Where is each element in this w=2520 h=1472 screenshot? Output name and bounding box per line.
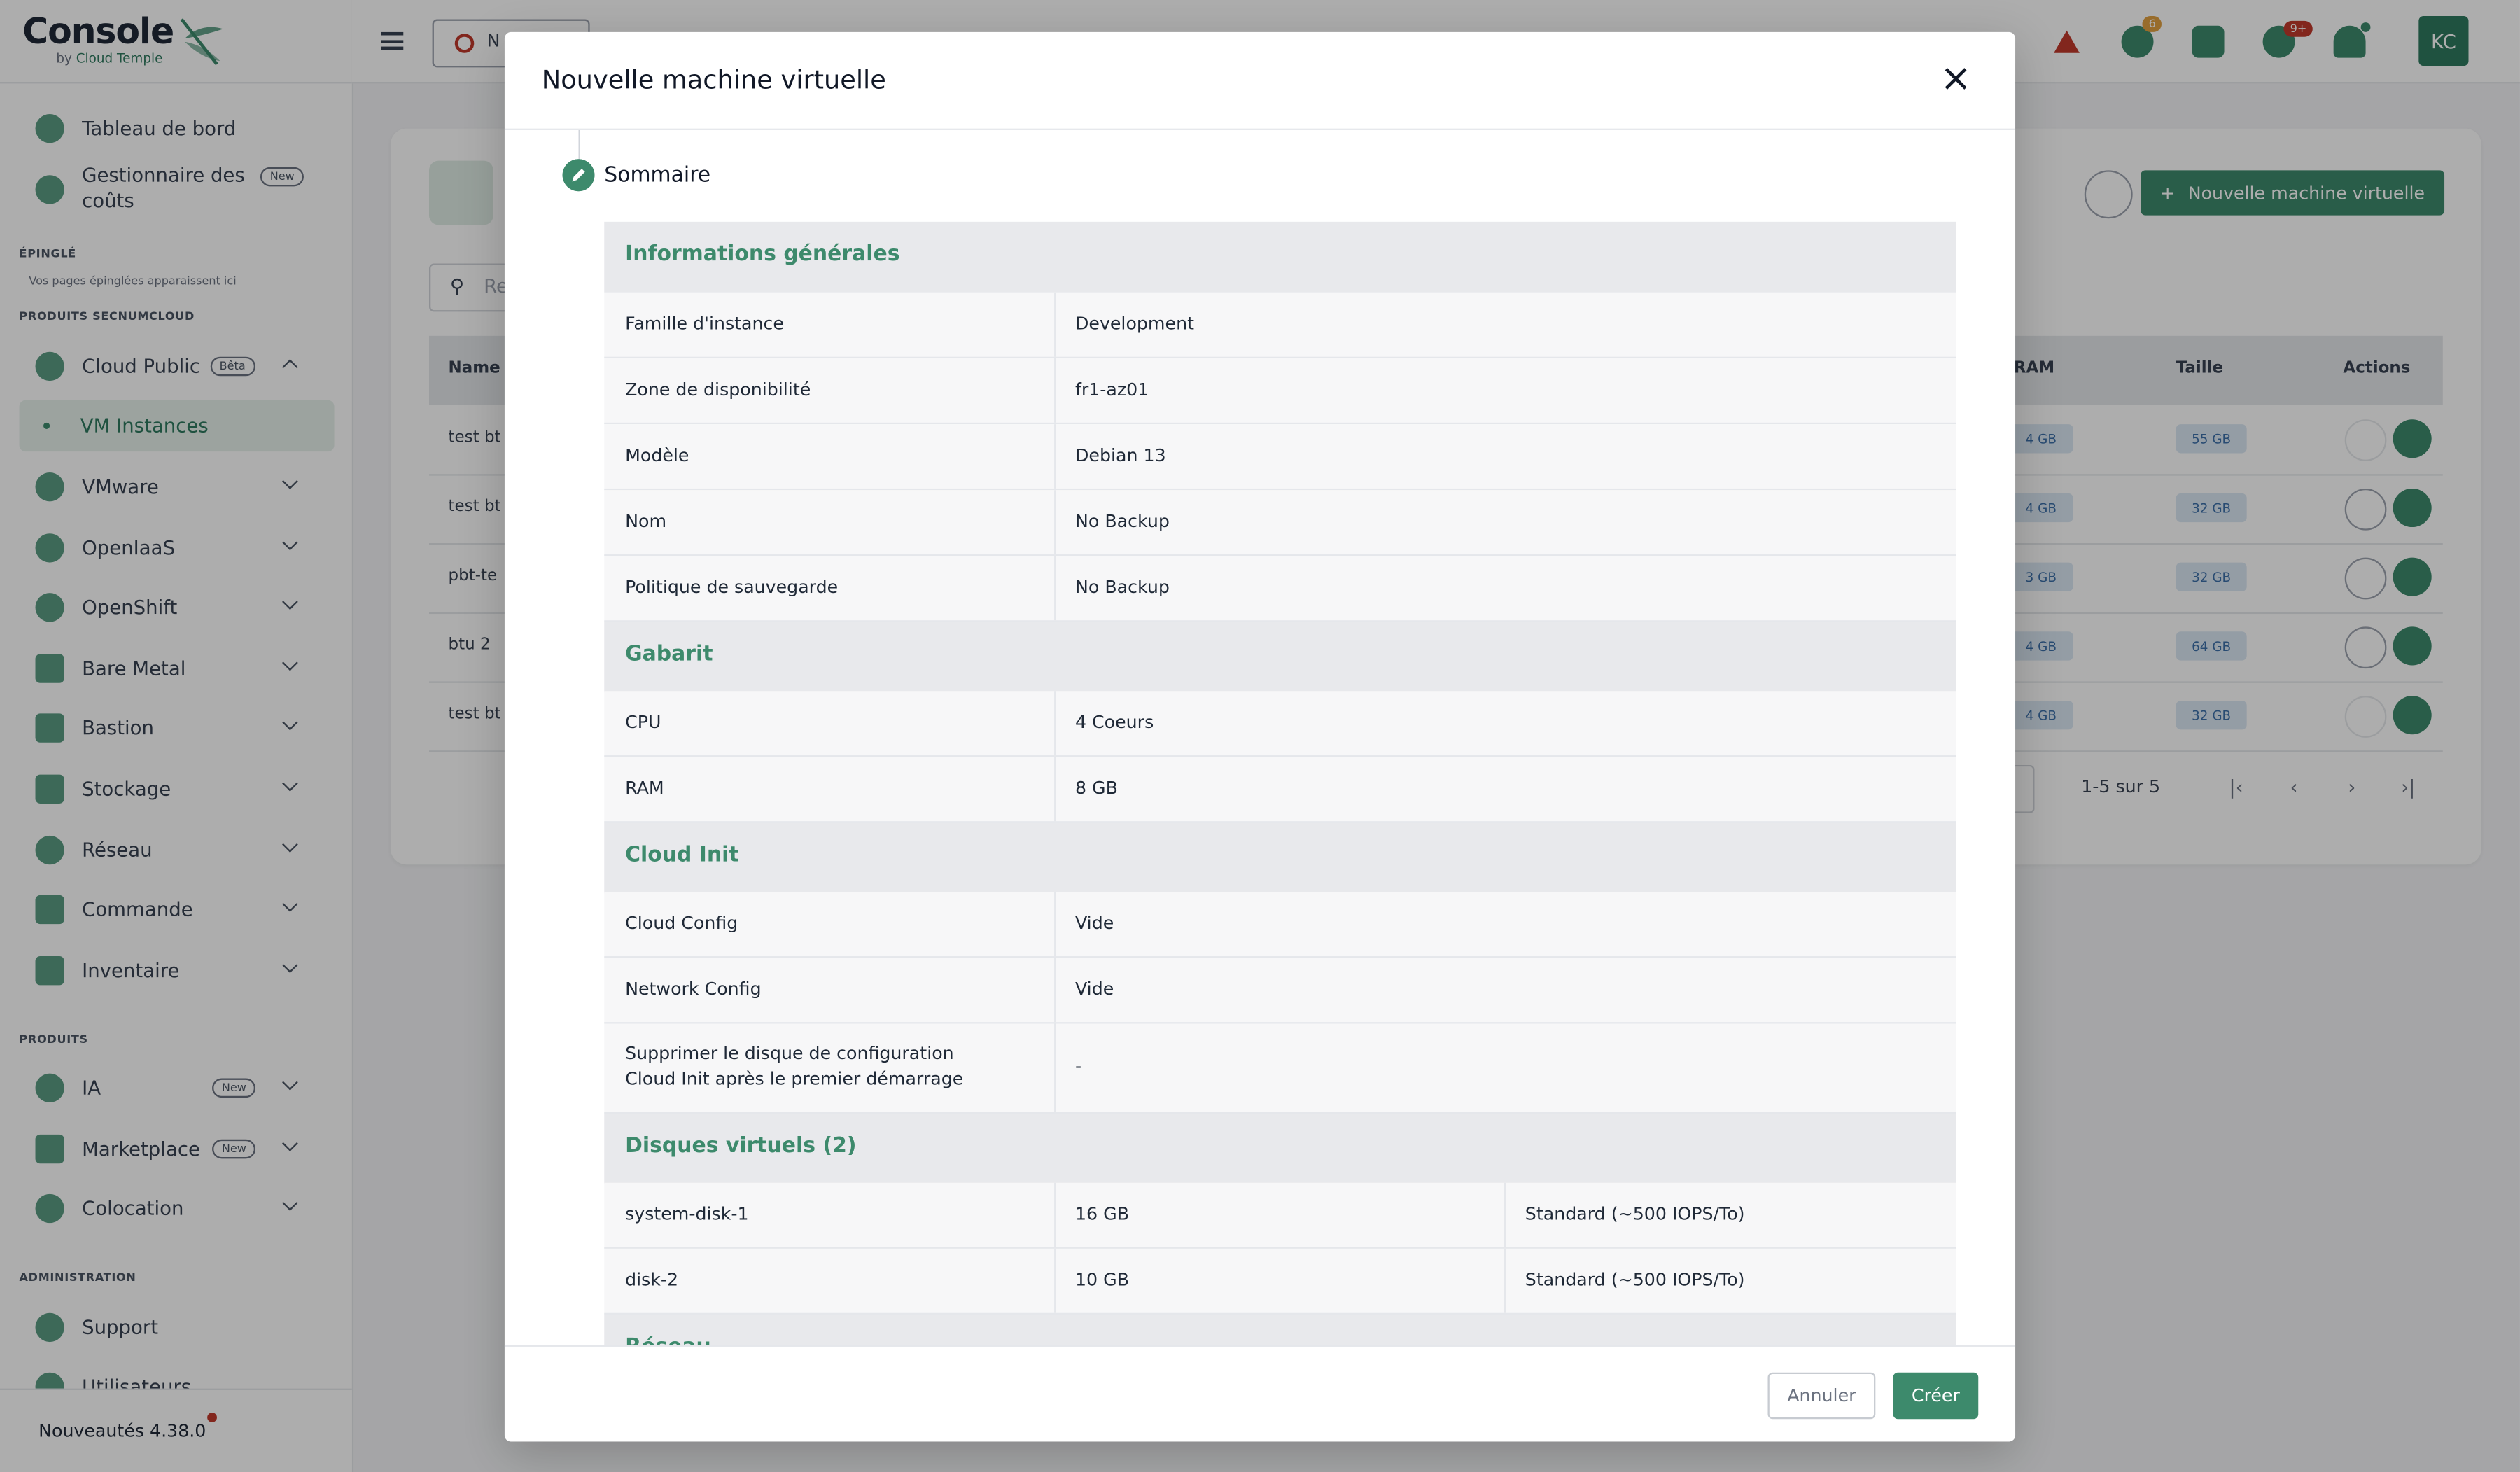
dialog-title: Nouvelle machine virtuelle <box>541 64 886 95</box>
section-header-gabarit: Gabarit <box>604 622 1956 693</box>
row-value: Vide <box>1074 913 1114 934</box>
row-label: Nom <box>625 511 667 532</box>
row-value: 8 GB <box>1074 778 1118 799</box>
summary-row: Famille d'instance Development <box>604 292 1956 358</box>
row-label: Zone de disponibilité <box>625 379 811 400</box>
create-button[interactable]: Créer <box>1893 1372 1979 1420</box>
row-value: Vide <box>1074 979 1114 1000</box>
row-label: CPU <box>625 712 662 733</box>
row-label: RAM <box>625 778 664 799</box>
row-label: Network Config <box>625 979 762 1000</box>
pencil-icon <box>562 159 595 192</box>
summary-row: RAM 8 GB <box>604 757 1956 823</box>
row-value: Development <box>1074 313 1194 335</box>
dialog-header: Nouvelle machine virtuelle <box>504 32 2016 130</box>
close-icon[interactable] <box>1941 64 1970 93</box>
disk-size: 16 GB <box>1074 1203 1130 1225</box>
summary-row: Network Config Vide <box>604 958 1956 1024</box>
row-value: No Backup <box>1074 511 1170 532</box>
new-vm-dialog: Nouvelle machine virtuelle Sommaire Info… <box>504 31 2016 1442</box>
section-header-disks: Disques virtuels (2) <box>604 1114 1956 1185</box>
disk-size: 10 GB <box>1074 1269 1130 1291</box>
section-title: Disques virtuels (2) <box>625 1134 857 1159</box>
row-value: No Backup <box>1074 577 1170 598</box>
section-title: Gabarit <box>625 643 713 667</box>
summary-row: Nom No Backup <box>604 490 1956 556</box>
row-label-line2: Cloud Init après le premier démarrage <box>625 1068 964 1090</box>
section-title: Réseau <box>625 1336 711 1345</box>
summary-row: system-disk-1 16 GB Standard (~500 IOPS/… <box>604 1182 1956 1249</box>
summary-row: Politique de sauvegarde No Backup <box>604 556 1956 622</box>
summary-row: Modèle Debian 13 <box>604 424 1956 491</box>
section-header-cloud-init: Cloud Init <box>604 822 1956 894</box>
summary-row: Cloud Config Vide <box>604 892 1956 958</box>
row-value: fr1-az01 <box>1074 379 1149 400</box>
summary-row: disk-2 10 GB Standard (~500 IOPS/To) <box>604 1248 1956 1315</box>
dialog-footer: Annuler Créer <box>504 1345 2016 1442</box>
section-header-general: Informations générales <box>604 221 1956 293</box>
disk-name: system-disk-1 <box>625 1203 749 1225</box>
dialog-body: Sommaire Informations générales Famille … <box>505 129 2015 1345</box>
row-value: 4 Coeurs <box>1074 712 1154 733</box>
section-header-network: Réseau <box>604 1315 1956 1345</box>
disk-type: Standard (~500 IOPS/To) <box>1525 1203 1745 1225</box>
section-title: Informations générales <box>625 242 900 267</box>
summary-row: Supprimer le disque de configuration Clo… <box>604 1023 1956 1114</box>
disk-name: disk-2 <box>625 1269 679 1291</box>
disk-type: Standard (~500 IOPS/To) <box>1525 1269 1745 1291</box>
row-value: Debian 13 <box>1074 444 1166 466</box>
row-label: Famille d'instance <box>625 313 784 335</box>
step-label: Sommaire <box>604 164 711 188</box>
row-label: Cloud Config <box>625 913 738 934</box>
summary-row: CPU 4 Coeurs <box>604 691 1956 757</box>
row-value: - <box>1074 1056 1082 1077</box>
row-label: Politique de sauvegarde <box>625 577 839 598</box>
summary-row: Zone de disponibilité fr1-az01 <box>604 358 1956 425</box>
cancel-button[interactable]: Annuler <box>1768 1372 1876 1420</box>
row-label: Modèle <box>625 444 690 466</box>
row-label-line1: Supprimer le disque de configuration <box>625 1043 954 1064</box>
section-title: Cloud Init <box>625 843 739 868</box>
